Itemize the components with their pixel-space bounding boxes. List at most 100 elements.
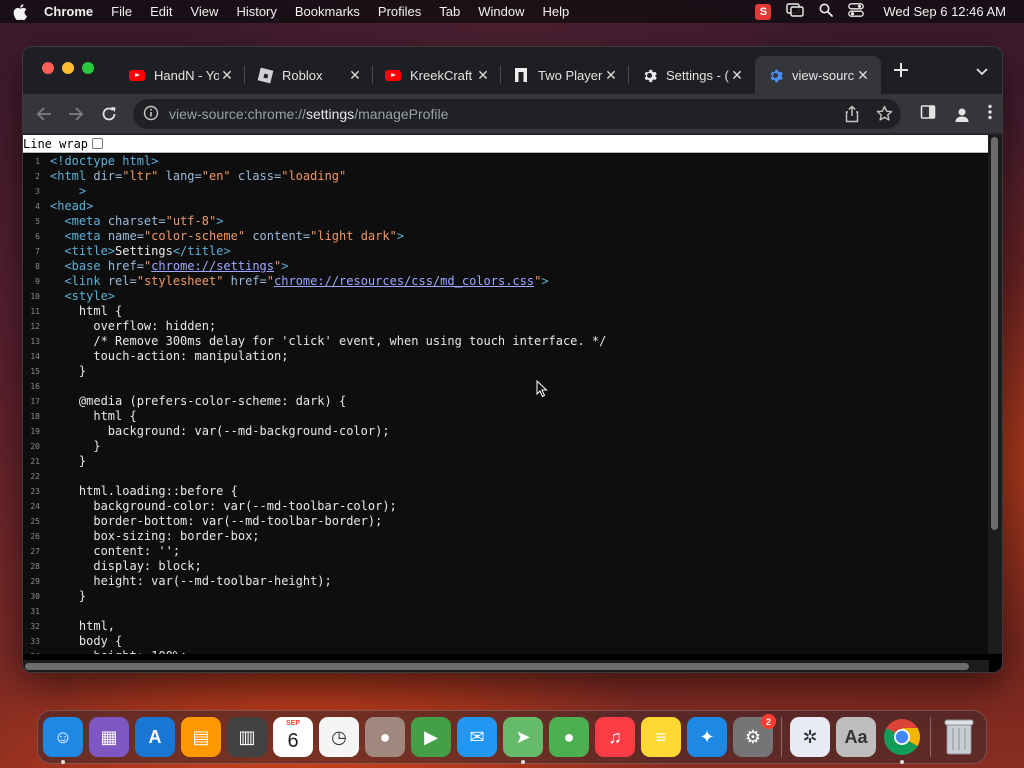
line-content: <base href="chrome://settings"> — [64, 259, 289, 273]
tab-close-icon[interactable]: ✕ — [729, 67, 745, 84]
line-content: } — [50, 589, 87, 603]
tab-search-chevron-icon[interactable] — [976, 63, 988, 81]
address-bar[interactable]: view-source:chrome://settings/manageProf… — [133, 99, 901, 129]
mail-icon[interactable]: ✉ — [457, 717, 497, 757]
menu-file[interactable]: File — [102, 0, 141, 23]
line-content: content: ''; — [50, 544, 181, 558]
menu-edit[interactable]: Edit — [141, 0, 181, 23]
system-settings-icon[interactable]: ⚙ 2 — [733, 714, 776, 757]
menu-tab[interactable]: Tab — [430, 0, 469, 23]
line-content: > — [78, 184, 87, 198]
side-panel-icon[interactable] — [920, 104, 936, 125]
menu-window[interactable]: Window — [469, 0, 533, 23]
remote-helper-icon[interactable]: ✲ — [790, 717, 830, 757]
s-status-icon[interactable]: S — [755, 3, 772, 20]
running-indicator — [61, 760, 65, 764]
menu-help[interactable]: Help — [534, 0, 579, 23]
chrome-icon[interactable] — [882, 717, 922, 764]
forward-button[interactable] — [66, 104, 86, 124]
source-line: 29 height: var(--md-toolbar-height); — [23, 574, 989, 589]
tab-close-icon[interactable]: ✕ — [219, 67, 235, 84]
tab-roblox[interactable]: Roblox ✕ — [245, 56, 373, 94]
source-line: 30 } — [23, 589, 989, 604]
line-number: 34 — [23, 649, 49, 654]
line-number: 24 — [30, 502, 40, 511]
line-content: body { — [50, 634, 123, 648]
menu-profiles[interactable]: Profiles — [369, 0, 430, 23]
share-icon[interactable] — [844, 105, 860, 126]
bookmark-star-icon[interactable] — [876, 105, 893, 126]
apple-menu-icon[interactable] — [0, 3, 40, 20]
line-content: } — [50, 454, 87, 468]
line-number: 33 — [30, 637, 40, 646]
line-number: 12 — [30, 322, 40, 331]
minimize-window-button[interactable] — [62, 62, 74, 74]
line-content: height: var(--md-toolbar-height); — [50, 574, 332, 588]
vertical-scroll-thumb[interactable] — [991, 137, 998, 530]
tab-settings[interactable]: Settings - ( ✕ — [629, 56, 755, 94]
horizontal-scrollbar[interactable] — [23, 660, 989, 672]
menu-view[interactable]: View — [181, 0, 227, 23]
music-icon[interactable]: ♫ — [595, 717, 635, 757]
line-content: } — [50, 439, 101, 453]
zoom-window-button[interactable] — [82, 62, 94, 74]
line-number: 27 — [30, 547, 40, 556]
tab-close-icon[interactable]: ✕ — [347, 67, 363, 84]
tab-close-icon[interactable]: ✕ — [603, 67, 619, 84]
tab-view-source[interactable]: view-sourc ✕ — [755, 56, 881, 94]
tab-close-icon[interactable]: ✕ — [475, 67, 491, 84]
launchpad-icon[interactable]: ▦ — [89, 717, 129, 757]
info-icon[interactable] — [143, 105, 159, 124]
line-number: 16 — [30, 382, 40, 391]
app-store-icon[interactable]: A — [135, 717, 175, 757]
menubar-clock[interactable]: Wed Sep 6 12:46 AM — [883, 4, 1006, 19]
tab-two-player[interactable]: Two Player ✕ — [501, 56, 629, 94]
line-content: <html dir="ltr" lang="en" class="loading… — [50, 169, 347, 183]
books-icon[interactable]: ▤ — [181, 717, 221, 757]
notes-icon[interactable]: ≡ — [641, 717, 681, 757]
trash-icon[interactable] — [939, 717, 979, 757]
search-icon[interactable] — [819, 3, 834, 20]
close-window-button[interactable] — [42, 62, 54, 74]
tab-close-icon[interactable]: ✕ — [855, 67, 871, 84]
line-content: background: var(--md-background-color); — [50, 424, 390, 438]
screen-mirroring-icon[interactable] — [786, 3, 805, 20]
control-center-icon[interactable] — [848, 3, 865, 20]
menu-app-name[interactable]: Chrome — [40, 0, 102, 23]
calculator-icon[interactable]: ▥ — [227, 717, 267, 757]
font-book-icon[interactable]: Aa — [836, 717, 876, 757]
line-content — [49, 604, 50, 619]
tab-kreekcraft[interactable]: KreekCraft ✕ — [373, 56, 501, 94]
tab-title: Settings - ( — [666, 67, 729, 83]
source-line: 23 html.loading::before { — [23, 484, 989, 499]
menu-history[interactable]: History — [227, 0, 285, 23]
url-text[interactable]: view-source:chrome://settings/manageProf… — [169, 106, 448, 122]
view-source-page: Line wrap 1 <!doctype html> 2 <html dir="lt… — [23, 135, 1002, 672]
dock-separator — [930, 717, 931, 757]
facetime-icon[interactable]: ▶ — [411, 717, 451, 757]
line-number: 6 — [35, 232, 40, 241]
menu-bookmarks[interactable]: Bookmarks — [286, 0, 369, 23]
youtube-icon — [385, 67, 401, 83]
vertical-scrollbar[interactable] — [988, 135, 1002, 654]
contacts-icon[interactable]: ● — [365, 717, 405, 757]
source-line: 24 background-color: var(--md-toolbar-co… — [23, 499, 989, 514]
finder-icon[interactable]: ☺ — [43, 717, 83, 764]
source-code-view[interactable]: 1 <!doctype html> 2 <html dir="ltr" lang="e… — [23, 154, 989, 654]
clock-icon[interactable]: ◷ — [319, 717, 359, 757]
horizontal-scroll-thumb[interactable] — [25, 663, 969, 670]
tab-handn[interactable]: HandN - Yo ✕ — [117, 56, 245, 94]
calendar-icon[interactable]: SEP 6 — [273, 717, 313, 757]
more-menu-icon[interactable] — [988, 104, 992, 125]
line-wrap-checkbox[interactable] — [92, 138, 104, 149]
menu-bar: Chrome File Edit View History Bookmarks … — [0, 0, 1024, 23]
profile-avatar-icon[interactable] — [952, 104, 972, 125]
back-button[interactable] — [34, 104, 54, 124]
messages-icon[interactable]: ● — [549, 717, 589, 757]
source-line: 25 border-bottom: var(--md-toolbar-borde… — [23, 514, 989, 529]
new-tab-button[interactable] — [893, 60, 909, 82]
maps-icon[interactable]: ➤ — [503, 717, 543, 764]
reload-button[interactable] — [99, 104, 119, 124]
safari-icon[interactable]: ✦ — [687, 717, 727, 757]
source-line: 13 /* Remove 300ms delay for 'click' eve… — [23, 334, 989, 349]
